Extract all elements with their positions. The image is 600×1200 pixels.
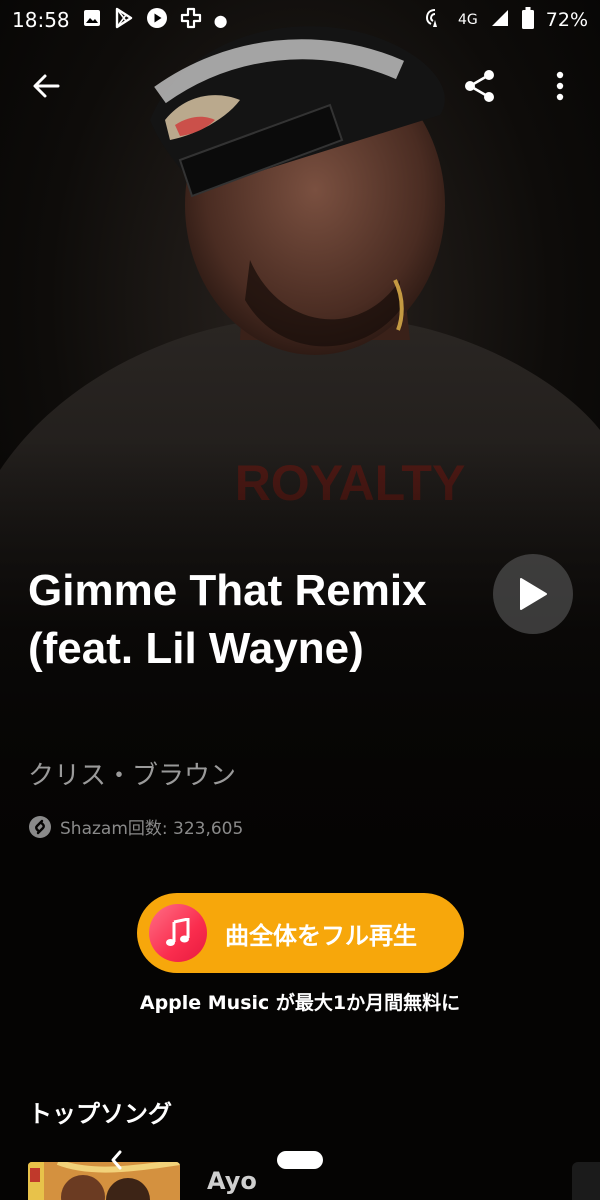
shazam-count: Shazam回数: 323,605 <box>28 814 243 839</box>
top-songs-heading: トップソング <box>28 1100 172 1128</box>
nav-back-chevron-icon <box>111 1150 122 1170</box>
more-vert-icon <box>556 71 564 101</box>
nav-home-pill[interactable] <box>277 1151 323 1169</box>
battery-percent: 72% <box>545 9 588 31</box>
play-preview-button[interactable] <box>493 554 573 634</box>
status-right: 4G 72% <box>424 6 588 34</box>
share-button[interactable] <box>456 62 504 110</box>
play-full-song-button[interactable]: 曲全体をフル再生 <box>137 893 464 973</box>
song-detail-screen: ROYALTY 18:58 ● 4G <box>0 0 600 1200</box>
network-label: 4G <box>458 12 478 28</box>
song-title[interactable]: Ayo <box>207 1167 257 1195</box>
play-icon <box>520 578 547 610</box>
music-note-icon <box>166 918 190 946</box>
status-dot-icon: ● <box>213 10 228 30</box>
artist-photo: ROYALTY <box>0 0 600 860</box>
status-bar: 18:58 ● 4G 72% <box>0 0 600 40</box>
track-title: Gimme That Remix (feat. Lil Wayne) <box>28 566 427 673</box>
play-store-icon <box>114 7 134 34</box>
play-full-song-label: 曲全体をフル再生 <box>225 921 417 950</box>
artist-name-link[interactable]: クリス・ブラウン <box>28 755 236 792</box>
more-options-button[interactable] <box>536 62 584 110</box>
signal-icon <box>490 8 510 33</box>
shazam-count-text: Shazam回数: 323,605 <box>60 819 244 839</box>
image-icon <box>82 8 102 33</box>
apple-music-badge <box>149 904 207 962</box>
back-button[interactable] <box>22 62 70 110</box>
battery-icon <box>521 6 534 34</box>
back-arrow-icon <box>33 74 60 98</box>
shazam-logo-icon <box>29 815 51 838</box>
nav-back-button[interactable] <box>104 1146 128 1174</box>
status-time: 18:58 <box>12 8 70 32</box>
next-card-edge <box>572 1162 600 1200</box>
hotspot-icon <box>424 7 446 34</box>
plus-cross-icon <box>180 7 202 34</box>
apple-music-offer-text: Apple Music が最大1か月間無料に <box>139 992 461 1014</box>
share-icon <box>465 70 494 102</box>
app-bar <box>0 56 600 116</box>
play-circle-icon <box>146 7 168 34</box>
status-left: 18:58 ● <box>12 7 228 34</box>
